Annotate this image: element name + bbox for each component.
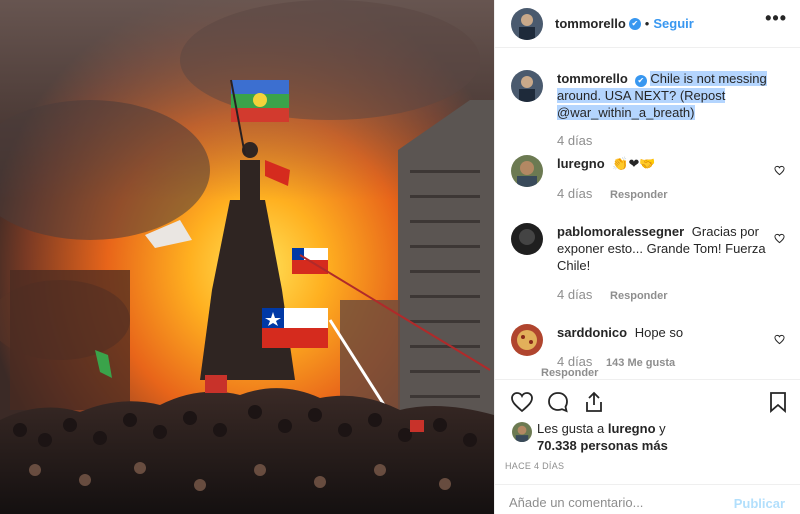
liker-avatar[interactable] [512, 422, 532, 442]
comment-item: luregno 👏❤🤝 4 días Responder [511, 155, 791, 215]
comment-bubble-icon[interactable] [546, 390, 570, 414]
comment-time[interactable]: 4 días [557, 186, 592, 201]
comment-meta: 4 días Responder [557, 186, 668, 201]
liker-username[interactable]: luregno [608, 421, 656, 436]
post-header: tommorello ✔ • Seguir ••• [495, 0, 800, 48]
caption-text-block: tommorello ✔ Chile is not messing around.… [557, 70, 777, 121]
caption-time[interactable]: 4 días [557, 133, 592, 148]
caption-username[interactable]: tommorello [557, 71, 628, 86]
comment-input[interactable] [509, 495, 719, 510]
post-timestamp[interactable]: HACE 4 DÍAS [505, 461, 564, 471]
like-comment-heart-icon[interactable] [774, 233, 785, 244]
caption-meta: 4 días [557, 133, 592, 148]
caption-item: tommorello ✔ Chile is not messing around.… [511, 70, 791, 160]
author-username[interactable]: tommorello [555, 16, 626, 31]
more-options-icon[interactable]: ••• [765, 8, 787, 29]
post-actions-bar [495, 379, 800, 419]
reply-button[interactable]: Responder [610, 189, 667, 201]
header-separator: • [644, 16, 650, 31]
comment-like-count[interactable]: 143 Me gusta [606, 357, 675, 369]
verified-badge-icon: ✔ [628, 17, 641, 30]
comment-username[interactable]: luregno [557, 156, 605, 171]
follow-button[interactable]: Seguir [653, 16, 693, 31]
comment-avatar[interactable] [511, 223, 543, 255]
comment-text-block: sarddonico Hope so [557, 324, 777, 341]
like-heart-icon[interactable] [510, 390, 534, 414]
like-comment-heart-icon[interactable] [774, 334, 785, 345]
comment-meta: 4 días Responder [557, 287, 668, 302]
post-photo[interactable] [0, 0, 494, 514]
like-comment-heart-icon[interactable] [774, 165, 785, 176]
likes-connector: y [659, 421, 666, 436]
caption-avatar[interactable] [511, 70, 543, 102]
author-avatar[interactable] [511, 7, 543, 40]
comment-text-block: pablomoralessegner Gracias por exponer e… [557, 223, 777, 274]
likes-count[interactable]: 70.338 personas más [537, 437, 668, 454]
protest-photo-image [0, 0, 494, 514]
reply-button[interactable]: Responder [541, 367, 598, 379]
publish-button[interactable]: Publicar [734, 496, 785, 511]
reply-button[interactable]: Responder [610, 290, 667, 302]
likes-line: Les gusta a luregno y [537, 420, 666, 437]
add-comment-bar: Publicar [495, 484, 800, 514]
comment-text: Hope so [634, 325, 684, 340]
bookmark-icon[interactable] [766, 390, 790, 414]
comment-item: pablomoralessegner Gracias por exponer e… [511, 223, 791, 303]
verified-badge-icon: ✔ [634, 75, 647, 87]
comment-text-block: luregno 👏❤🤝 [557, 155, 777, 172]
comment-text: 👏❤🤝 [612, 156, 656, 171]
post-side-panel: tommorello ✔ • Seguir ••• tommorello ✔ Ch… [494, 0, 800, 514]
share-icon[interactable] [582, 390, 606, 414]
likes-prefix: Les gusta a [537, 421, 605, 436]
comment-time[interactable]: 4 días [557, 287, 592, 302]
comment-avatar[interactable] [511, 324, 543, 356]
comments-list[interactable]: tommorello ✔ Chile is not messing around.… [495, 49, 800, 379]
comment-username[interactable]: pablomoralessegner [557, 224, 684, 239]
comment-username[interactable]: sarddonico [557, 325, 627, 340]
comment-avatar[interactable] [511, 155, 543, 187]
